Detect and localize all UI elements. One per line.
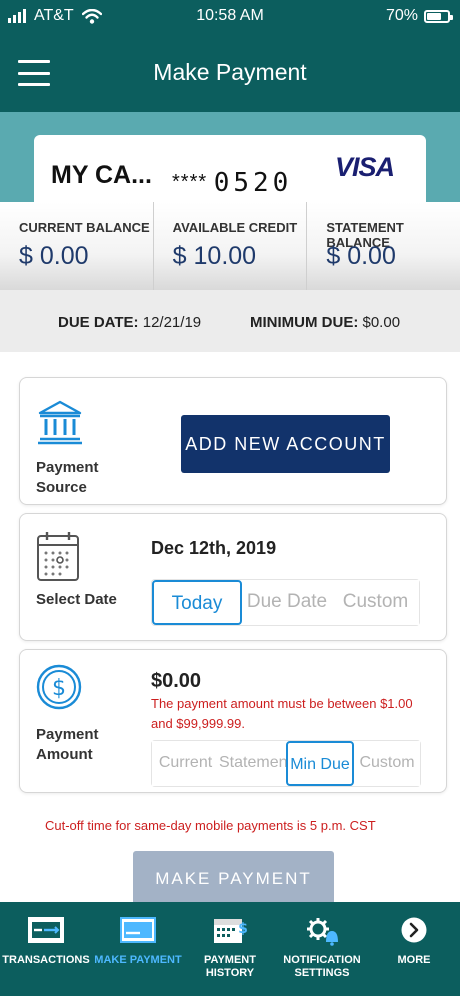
visa-logo: VISA	[334, 152, 395, 182]
due-date-label: DUE DATE:	[58, 314, 139, 331]
label-line: Source	[36, 479, 87, 496]
app-header: Make Payment	[0, 32, 460, 112]
svg-text:$: $	[52, 676, 66, 701]
nav-payment-history[interactable]: $ PAYMENT HISTORY	[184, 902, 276, 996]
current-balance: CURRENT BALANCE $ 0.00	[0, 202, 154, 290]
balance-label: CURRENT BALANCE	[19, 220, 150, 235]
card-band: MY CA... **** 0520 VISA	[0, 112, 460, 202]
transactions-icon	[28, 916, 64, 949]
balance-value: $ 0.00	[326, 242, 396, 270]
due-date: DUE DATE: 12/21/19	[58, 314, 201, 331]
min-due-label: MINIMUM DUE:	[250, 314, 359, 331]
bank-icon	[36, 398, 84, 451]
nav-more[interactable]: MORE	[368, 902, 460, 996]
amount-option-statement[interactable]: Statemen	[219, 741, 286, 786]
make-payment-button[interactable]: MAKE PAYMENT	[133, 851, 334, 907]
add-new-account-button[interactable]: ADD NEW ACCOUNT	[181, 415, 390, 473]
label-line: Payment	[36, 459, 99, 476]
cutoff-notice: Cut-off time for same-day mobile payment…	[45, 818, 376, 833]
available-credit: AVAILABLE CREDIT $ 10.00	[154, 202, 308, 290]
select-date-section: Select Date Dec 12th, 2019 Today Due Dat…	[19, 513, 447, 641]
payment-amount-label: Payment Amount	[36, 725, 99, 765]
battery-icon	[424, 9, 453, 23]
error-line: and $99,999.99.	[151, 716, 245, 731]
nav-notification-settings[interactable]: NOTIFICATION SETTINGS	[276, 902, 368, 996]
selected-date: Dec 12th, 2019	[151, 538, 277, 558]
due-date-value: 12/21/19	[142, 314, 202, 331]
balance-value: $ 0.00	[19, 242, 89, 270]
bottom-nav: TRANSACTIONS MAKE PAYMENT $ PAYMENT HIST…	[0, 902, 460, 996]
due-info: DUE DATE: 12/21/19 MINIMUM DUE: $0.00	[0, 290, 460, 352]
label-line: Amount	[36, 746, 93, 763]
date-option-due-date[interactable]: Due Date	[242, 580, 332, 625]
balance-value: $ 10.00	[172, 242, 257, 270]
payment-amount-section: $ Payment Amount $0.00 The payment amoun…	[19, 649, 447, 793]
date-options: Today Due Date Custom	[151, 579, 420, 626]
minimum-due: MINIMUM DUE: $0.00	[250, 314, 400, 331]
nav-label: NOTIFICATION SETTINGS	[283, 954, 361, 979]
balances-panel: CURRENT BALANCE $ 0.00 AVAILABLE CREDIT …	[0, 202, 460, 290]
card-summary[interactable]: MY CA... **** 0520 VISA	[34, 135, 426, 202]
nav-transactions[interactable]: TRANSACTIONS	[0, 902, 92, 996]
nav-label: TRANSACTIONS	[2, 954, 90, 966]
calendar-dollar-icon: $	[212, 916, 248, 951]
nav-label: PAYMENT HISTORY	[204, 954, 256, 979]
amount-options: Current Statemen Min Due Custom	[151, 740, 421, 787]
dollar-circle-icon: $	[36, 664, 82, 715]
amount-option-min-due[interactable]: Min Due	[286, 741, 354, 786]
amount-error-message: The payment amount must be between $1.00…	[151, 694, 431, 734]
balance-label: AVAILABLE CREDIT	[172, 220, 298, 235]
date-option-today[interactable]: Today	[152, 580, 242, 625]
amount-option-custom[interactable]: Custom	[354, 741, 420, 786]
amount-option-current[interactable]: Current	[152, 741, 219, 786]
nav-label: MORE	[397, 954, 431, 966]
error-line: The payment amount must be between $1.00	[151, 696, 413, 711]
payment-source-section: Payment Source ADD NEW ACCOUNT	[19, 377, 447, 505]
calendar-icon	[36, 530, 80, 587]
chevron-right-circle-icon	[400, 916, 428, 949]
card-last-digits: 0520	[213, 168, 293, 198]
card-name: MY CA...	[51, 161, 152, 189]
label-line: Payment	[36, 726, 99, 743]
select-date-label: Select Date	[36, 591, 117, 608]
payment-source-label: Payment Source	[36, 458, 99, 498]
page-title: Make Payment	[153, 59, 307, 85]
date-option-custom[interactable]: Custom	[332, 580, 419, 625]
card-mask: ****	[172, 171, 208, 193]
svg-text:$: $	[238, 921, 248, 937]
min-due-value: $0.00	[362, 314, 401, 331]
card-number: **** 0520	[172, 165, 293, 198]
payment-amount-value: $0.00	[151, 670, 202, 692]
battery-percent: 70%	[385, 7, 418, 24]
nav-label: MAKE PAYMENT	[94, 954, 182, 966]
status-bar: AT&T 10:58 AM 70%	[0, 0, 460, 32]
statement-balance: STATEMENT BALANCE $ 0.00	[307, 202, 460, 290]
nav-make-payment[interactable]: MAKE PAYMENT	[92, 902, 184, 996]
battery-status: 70%	[385, 7, 453, 25]
gear-bell-icon	[304, 916, 340, 951]
card-payment-icon	[120, 916, 156, 949]
